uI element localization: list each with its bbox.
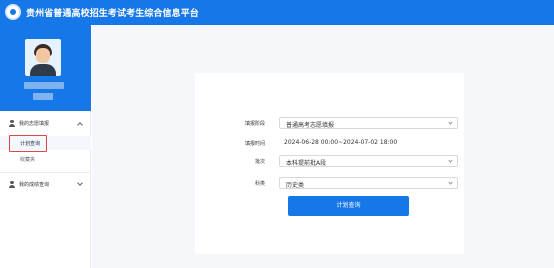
profile-panel [0, 25, 91, 111]
time-value: 2024-06-28 00:00~2024-07-02 18:00 [284, 139, 398, 146]
sidebar-group-volunteer[interactable]: 我的志愿填报 [0, 115, 91, 133]
sidebar-group-scores[interactable]: 我的成绩查询 [0, 176, 91, 194]
batch-select-value: 本科提前批A段 [286, 160, 327, 167]
chevron-down-icon [77, 180, 83, 186]
plan-query-button[interactable]: 计划查询 [288, 196, 409, 216]
stage-select-value: 普通高考志愿填报 [286, 122, 335, 129]
platform-logo-icon [5, 4, 21, 20]
main-content: 填报阶段 普通高考志愿填报 填报时间 2024-06-28 00:00~2024… [92, 25, 554, 268]
redacted-user-id [33, 93, 53, 100]
app-title: 贵州省普通高校招生考试考生综合信息平台 [26, 9, 199, 19]
stage-select[interactable]: 普通高考志愿填报 [279, 117, 458, 129]
sidebar-group-label: 我的成绩查询 [19, 182, 50, 188]
active-item-highlight-box [9, 135, 47, 152]
stage-label: 填报阶段 [244, 121, 265, 127]
sidebar-group-label: 我的志愿填报 [19, 121, 50, 127]
category-select[interactable]: 历史类 [279, 177, 458, 189]
user-icon [9, 120, 15, 127]
category-label: 科类 [254, 181, 265, 187]
avatar [25, 39, 61, 76]
chevron-down-icon [448, 180, 453, 185]
sidebar-divider [0, 172, 91, 173]
batch-select[interactable]: 本科提前批A段 [279, 155, 458, 167]
redacted-user-name [24, 82, 64, 89]
chevron-down-icon [448, 120, 453, 125]
sidebar-item-favorites[interactable]: 收藏夹 [0, 152, 91, 166]
top-header-bar: 贵州省普通高校招生考试考生综合信息平台 [0, 0, 554, 25]
category-select-value: 历史类 [286, 182, 305, 189]
chevron-down-icon [448, 158, 453, 163]
user-icon [9, 181, 15, 188]
batch-label: 批次 [254, 159, 265, 165]
chevron-up-icon [77, 122, 83, 128]
time-label: 填报时间 [244, 141, 265, 147]
sidebar-item-label: 收藏夹 [20, 157, 36, 163]
